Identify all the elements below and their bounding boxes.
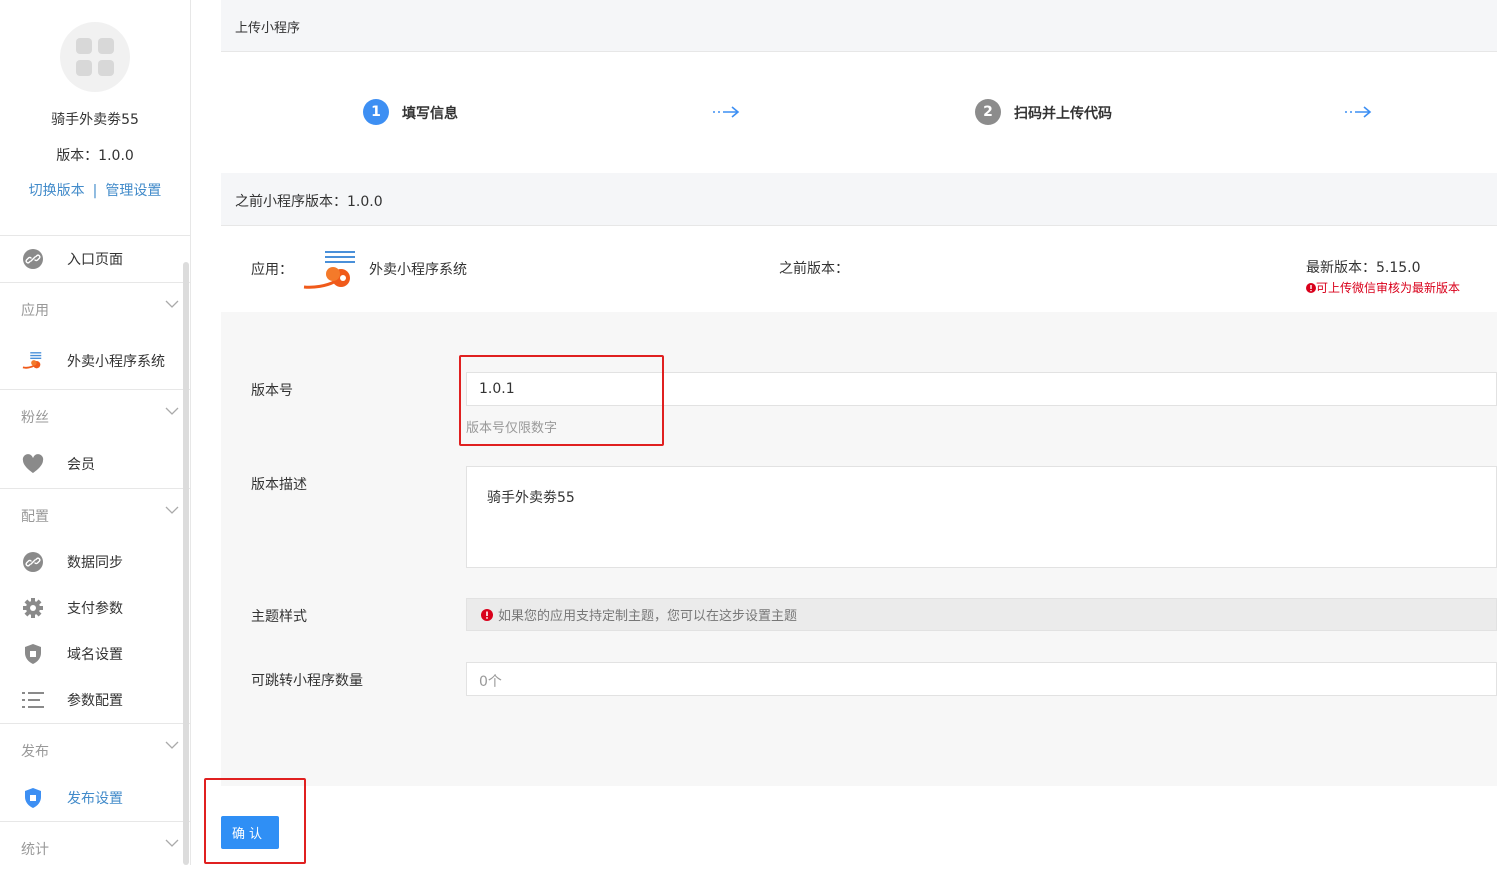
takeaway-app-icon — [303, 250, 361, 290]
alert-icon — [481, 608, 493, 621]
step-2-label: 扫码并上传代码 — [1014, 106, 1112, 122]
latest-version-note: 可上传微信审核为最新版本 — [1306, 279, 1460, 296]
step-1-badge: 1 — [363, 99, 389, 125]
app-version: 版本：1.0.0 — [56, 148, 134, 164]
highlight-box-version — [459, 355, 664, 446]
sidebar-item-entry-page[interactable]: 入口页面 — [0, 236, 190, 282]
group-label: 应用 — [21, 303, 49, 319]
list-icon — [22, 689, 44, 711]
panel-title-bar: 上传小程序 — [221, 0, 1497, 52]
nav-group-publish[interactable]: 发布 — [0, 723, 190, 774]
app-info-row: 应用： 外卖小程序系统 之前版本： 最新版本：5.15.0 可上传微信审核为最新… — [221, 226, 1497, 313]
group-label: 发布 — [21, 744, 49, 760]
theme-style-label: 主题样式 — [251, 609, 307, 625]
sidebar-item-label: 域名设置 — [67, 647, 123, 663]
upload-form: 版本号 1.0.1 版本号仅限数字 版本描述 骑手外卖劵55 主题样式 如果您的… — [221, 312, 1497, 786]
switch-version-link[interactable]: 切换版本 — [29, 183, 85, 199]
app-name: 骑手外卖劵55 — [51, 112, 139, 128]
takeaway-app-icon — [22, 350, 44, 372]
alert-icon — [1306, 282, 1316, 293]
arrow-right-icon — [1345, 106, 1372, 118]
latest-note-text: 可上传微信审核为最新版本 — [1316, 281, 1461, 295]
link-separator: | — [92, 183, 98, 199]
sidebar-item-publish-settings[interactable]: 发布设置 — [0, 774, 190, 821]
group-label: 统计 — [21, 842, 49, 858]
app-label: 应用： — [251, 262, 293, 278]
sidebar-item-data-sync[interactable]: 数据同步 — [0, 539, 190, 585]
version-description-textarea[interactable]: 骑手外卖劵55 — [466, 466, 1497, 568]
link-icon — [22, 248, 44, 270]
chevron-down-icon — [165, 506, 179, 514]
upload-steps: 1 填写信息 2 扫码并上传代码 — [221, 52, 1497, 173]
step-1-label: 填写信息 — [402, 106, 458, 122]
sidebar-item-takeaway[interactable]: 外卖小程序系统 — [0, 333, 190, 389]
nav-group-fans[interactable]: 粉丝 — [0, 389, 190, 440]
sidebar-item-pay-params[interactable]: 支付参数 — [0, 585, 190, 631]
sidebar: 骑手外卖劵55 版本：1.0.0 切换版本 | 管理设置 入口页面 应用 外卖小程序… — [0, 0, 191, 865]
sidebar-item-label: 发布设置 — [67, 790, 123, 807]
previous-version-text: 之前小程序版本：1.0.0 — [235, 194, 383, 210]
jumpable-count-input[interactable]: 0个 — [466, 662, 1497, 696]
link-icon — [22, 551, 44, 573]
previous-version-bar: 之前小程序版本：1.0.0 — [221, 173, 1497, 226]
sidebar-item-label: 支付参数 — [67, 601, 123, 617]
sidebar-item-label: 外卖小程序系统 — [67, 354, 165, 370]
app-links: 切换版本 | 管理设置 — [0, 180, 190, 200]
gear-icon — [22, 597, 44, 619]
sidebar-item-label: 参数配置 — [67, 693, 123, 709]
group-label: 配置 — [21, 509, 49, 525]
nav-group-config[interactable]: 配置 — [0, 488, 190, 539]
sidebar-item-domain-settings[interactable]: 域名设置 — [0, 631, 190, 677]
sidebar-item-label: 数据同步 — [67, 555, 123, 571]
main-panel: 上传小程序 1 填写信息 2 扫码并上传代码 之前小程序版本：1.0.0 应用：… — [221, 0, 1497, 786]
shield-icon — [22, 787, 44, 809]
heart-icon — [22, 453, 44, 475]
sidebar-item-label: 会员 — [67, 457, 95, 473]
nav-group-apps[interactable]: 应用 — [0, 282, 190, 333]
page-title: 上传小程序 — [235, 21, 301, 36]
version-number-label: 版本号 — [251, 383, 293, 399]
chevron-down-icon — [165, 407, 179, 415]
theme-style-notice: 如果您的应用支持定制主题，您可以在这步设置主题 — [466, 598, 1497, 631]
chevron-down-icon — [165, 839, 179, 847]
step-2-badge: 2 — [975, 99, 1001, 125]
previous-version-label: 之前版本： — [779, 261, 849, 277]
latest-version: 最新版本：5.15.0 — [1306, 260, 1421, 276]
shield-icon — [22, 643, 44, 665]
jumpable-count-label: 可跳转小程序数量 — [251, 673, 363, 689]
chevron-down-icon — [165, 300, 179, 308]
app-logo-icon — [60, 22, 130, 92]
manage-settings-link[interactable]: 管理设置 — [105, 183, 161, 199]
sidebar-scrollbar[interactable] — [183, 262, 189, 865]
chevron-down-icon — [165, 741, 179, 749]
sidebar-item-member[interactable]: 会员 — [0, 440, 190, 488]
nav-group-stats[interactable]: 统计 — [0, 821, 190, 872]
theme-hint-text: 如果您的应用支持定制主题，您可以在这步设置主题 — [498, 609, 798, 624]
app-header: 骑手外卖劵55 版本：1.0.0 切换版本 | 管理设置 — [0, 22, 190, 236]
arrow-right-icon — [713, 106, 740, 118]
version-description-label: 版本描述 — [251, 477, 307, 493]
app-name: 外卖小程序系统 — [369, 262, 467, 278]
group-label: 粉丝 — [21, 410, 49, 426]
sidebar-item-param-config[interactable]: 参数配置 — [0, 677, 190, 723]
sidebar-item-label: 入口页面 — [67, 252, 123, 268]
confirm-button[interactable]: 确认 — [221, 816, 279, 849]
